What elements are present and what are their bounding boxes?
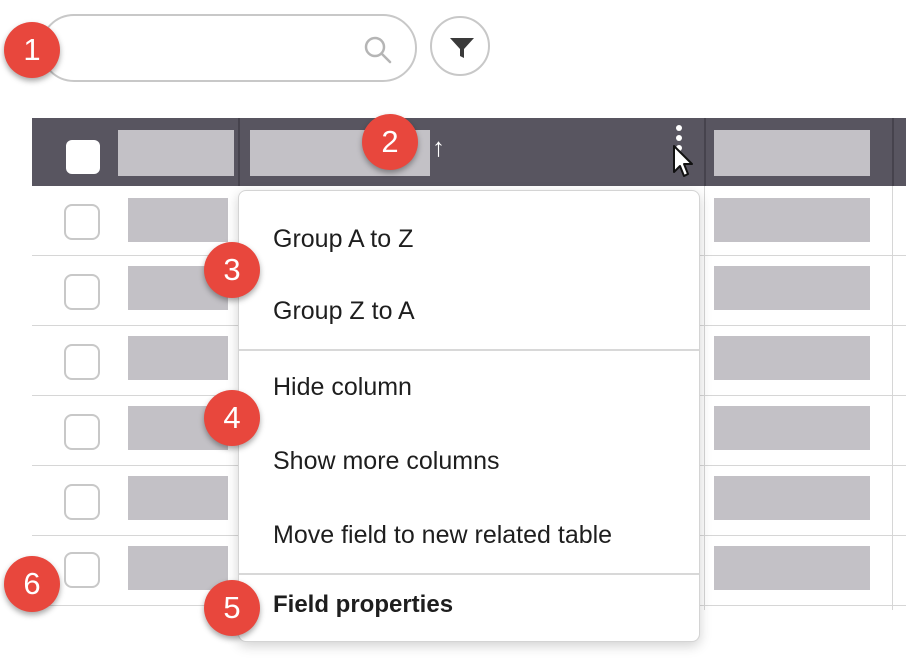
cell-placeholder (128, 476, 228, 520)
sort-ascending-icon[interactable]: ↑ (432, 132, 445, 163)
table-header-row: ↑ (32, 118, 906, 186)
annotation-badge-4: 4 (204, 390, 260, 446)
mouse-pointer-icon (673, 145, 693, 177)
menu-item-move-field[interactable]: Move field to new related table (273, 521, 612, 550)
column-divider (892, 118, 894, 186)
search-box (40, 14, 417, 82)
filter-button[interactable] (430, 16, 490, 76)
cell-placeholder (128, 336, 228, 380)
column-divider (238, 118, 240, 186)
menu-divider (239, 349, 699, 351)
annotation-badge-2: 2 (362, 114, 418, 170)
column-divider (892, 186, 893, 610)
select-all-checkbox[interactable] (66, 140, 100, 174)
cell-placeholder (128, 198, 228, 242)
annotation-badge-3: 3 (204, 242, 260, 298)
cell-placeholder (128, 546, 228, 590)
menu-item-group-z-to-a[interactable]: Group Z to A (273, 297, 415, 326)
annotation-badge-5: 5 (204, 580, 260, 636)
menu-item-hide-column[interactable]: Hide column (273, 373, 412, 402)
filter-icon (450, 38, 474, 58)
header-label-placeholder (714, 130, 870, 176)
column-options-menu: Group A to Z Group Z to A Hide column Sh… (238, 190, 700, 642)
row-checkbox[interactable] (64, 484, 100, 520)
menu-item-group-a-to-z[interactable]: Group A to Z (273, 225, 413, 254)
annotation-badge-1: 1 (4, 22, 60, 78)
cell-placeholder (714, 336, 870, 380)
row-checkbox[interactable] (64, 552, 100, 588)
menu-item-show-more-columns[interactable]: Show more columns (273, 447, 499, 476)
search-input[interactable] (66, 32, 356, 64)
row-checkbox[interactable] (64, 274, 100, 310)
cell-placeholder (714, 476, 870, 520)
menu-item-field-properties[interactable]: Field properties (273, 591, 453, 619)
annotation-badge-6: 6 (4, 556, 60, 612)
cell-placeholder (714, 406, 870, 450)
menu-divider (239, 573, 699, 575)
row-checkbox[interactable] (64, 344, 100, 380)
row-checkbox[interactable] (64, 414, 100, 450)
cell-placeholder (714, 266, 870, 310)
cell-placeholder (714, 546, 870, 590)
search-icon[interactable] (362, 34, 394, 66)
column-divider (704, 118, 706, 186)
cell-placeholder (714, 198, 870, 242)
header-label-placeholder (118, 130, 234, 176)
column-divider (704, 186, 705, 610)
row-checkbox[interactable] (64, 204, 100, 240)
